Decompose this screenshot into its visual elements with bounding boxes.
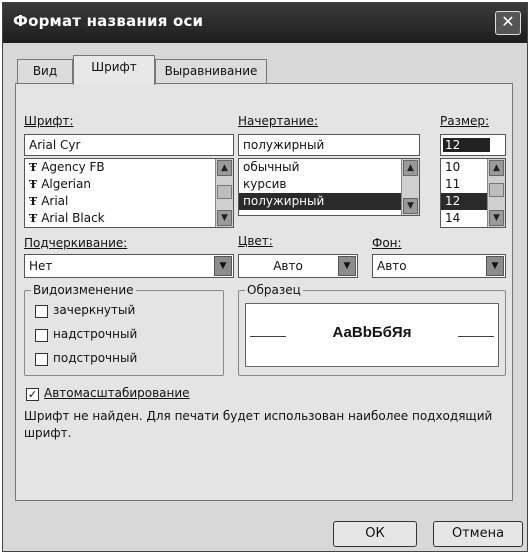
chevron-down-icon[interactable]: ▼	[338, 256, 356, 276]
font-input[interactable]: Arial Cyr	[24, 134, 234, 156]
strikethrough-checkbox[interactable]	[35, 305, 48, 318]
strikethrough-label[interactable]: зачеркнутый	[53, 303, 135, 317]
style-list[interactable]: обычный курсив полужирный ▲ ▼	[238, 158, 420, 216]
effects-group-title: Видоизменение	[31, 283, 136, 297]
font-label: Шрифт:	[24, 114, 74, 128]
style-input[interactable]: полужирный	[238, 134, 420, 156]
preview-text: АаВbБбЯя	[332, 324, 412, 341]
dialog-title: Формат названия оси	[13, 12, 204, 30]
list-item[interactable]: Ŧ Agency FB	[25, 159, 233, 176]
tab-view[interactable]: Вид	[17, 59, 73, 83]
list-item[interactable]: Ŧ Algerian	[25, 176, 233, 193]
size-label: Размер:	[440, 114, 490, 128]
scroll-down-icon[interactable]: ▼	[489, 210, 504, 226]
font-list-scrollbar[interactable]: ▲ ▼	[215, 159, 233, 227]
superscript-label[interactable]: надстрочный	[53, 327, 137, 341]
background-select[interactable]: Авто ▼	[372, 254, 506, 278]
superscript-checkbox[interactable]	[35, 329, 48, 342]
ok-button[interactable]: ОК	[333, 521, 417, 547]
preview-box: АаВbБбЯя	[245, 303, 499, 367]
scroll-thumb[interactable]	[489, 183, 504, 197]
underline-select[interactable]: Нет ▼	[24, 254, 234, 278]
size-input[interactable]: 12	[440, 134, 506, 156]
scroll-up-icon[interactable]: ▲	[489, 160, 504, 176]
size-list-scrollbar[interactable]: ▲ ▼	[487, 159, 505, 227]
subscript-label[interactable]: подстрочный	[53, 351, 137, 365]
close-icon[interactable]: ✕	[495, 11, 521, 35]
chevron-down-icon[interactable]: ▼	[486, 256, 504, 276]
font-not-found-note: Шрифт не найден. Для печати будет исполь…	[24, 409, 493, 440]
autoscale-label[interactable]: Автомасштабирование	[44, 386, 190, 400]
list-item[interactable]: обычный	[239, 159, 419, 176]
title-bar[interactable]: Формат названия оси ✕	[3, 3, 527, 43]
cancel-button[interactable]: Отмена	[433, 521, 523, 547]
truetype-icon: Ŧ	[29, 161, 38, 174]
scroll-down-icon[interactable]: ▼	[403, 198, 418, 214]
font-tab-panel: Шрифт: Arial Cyr Ŧ Agency FB Ŧ Algerian ŦA…	[15, 83, 513, 501]
size-input-value: 12	[443, 138, 491, 152]
underline-label: Подчеркивание:	[24, 236, 128, 250]
underline-value: Нет	[29, 259, 53, 273]
list-item[interactable]: Ŧ Arial Black	[25, 210, 233, 227]
truetype-icon: Ŧ	[29, 212, 38, 225]
list-item[interactable]: Ŧ Arial	[25, 193, 233, 210]
tab-alignment[interactable]: Выравнивание	[155, 59, 267, 83]
list-item[interactable]: курсив	[239, 176, 419, 193]
format-axis-title-dialog: Формат названия оси ✕ Вид Шрифт Выравнив…	[2, 2, 528, 552]
color-label: Цвет:	[238, 234, 273, 248]
preview-group: Образец АаВbБбЯя	[238, 283, 506, 376]
size-list[interactable]: 10 11 12 14 ▲ ▼	[440, 158, 506, 228]
autoscale-checkbox[interactable]: ✓	[26, 388, 39, 401]
subscript-checkbox[interactable]	[35, 353, 48, 366]
scroll-up-icon[interactable]: ▲	[403, 160, 418, 176]
truetype-icon: Ŧ	[29, 195, 38, 208]
scroll-up-icon[interactable]: ▲	[217, 160, 232, 176]
scroll-thumb[interactable]	[217, 185, 232, 199]
tab-font[interactable]: Шрифт	[73, 55, 155, 85]
color-value: Авто	[273, 259, 303, 273]
background-value: Авто	[377, 259, 407, 273]
scroll-down-icon[interactable]: ▼	[217, 210, 232, 226]
truetype-icon: Ŧ	[29, 178, 38, 191]
color-select[interactable]: Авто ▼	[238, 254, 358, 278]
preview-group-title: Образец	[245, 283, 303, 297]
font-list[interactable]: Ŧ Agency FB Ŧ Algerian Ŧ Arial Ŧ Arial Black…	[24, 158, 234, 228]
background-label: Фон:	[372, 236, 402, 250]
style-list-scrollbar[interactable]: ▲ ▼	[401, 159, 419, 215]
effects-group: Видоизменение зачеркнутый надстрочный по…	[24, 283, 224, 376]
chevron-down-icon[interactable]: ▼	[214, 256, 232, 276]
list-item-selected[interactable]: полужирный	[239, 193, 419, 210]
style-label: Начертание:	[238, 114, 318, 128]
